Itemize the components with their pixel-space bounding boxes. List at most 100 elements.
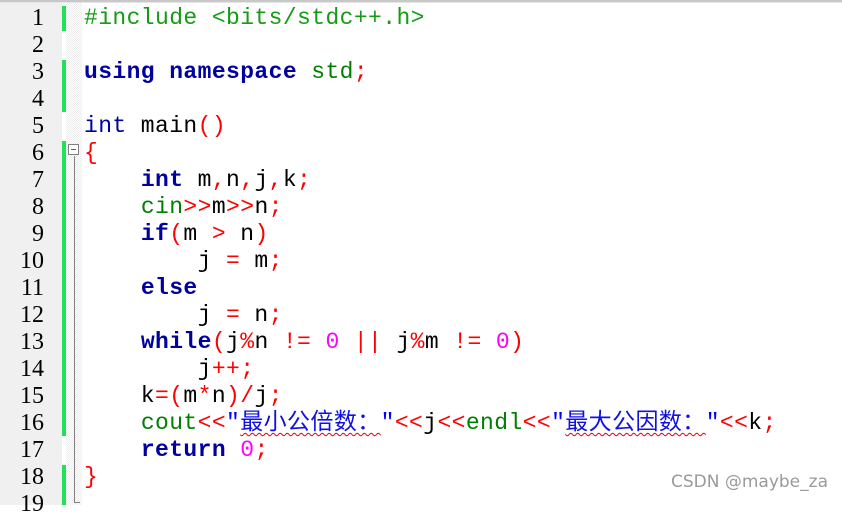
code-token: , bbox=[240, 167, 255, 193]
code-token: << bbox=[197, 410, 227, 436]
code-token: } bbox=[84, 464, 99, 490]
code-token: * bbox=[197, 383, 212, 409]
code-line[interactable]: 16 cout<<"最小公倍数："<<j<<endl<<"最大公因数："<<k; bbox=[0, 410, 842, 437]
code-token: m bbox=[183, 383, 198, 409]
code-token: 最小公倍数： bbox=[240, 410, 381, 436]
code-line[interactable]: 4 bbox=[0, 86, 842, 113]
editor-top-border-shadow bbox=[0, 2, 842, 3]
code-token: ; bbox=[268, 302, 283, 328]
code-token: ; bbox=[254, 437, 269, 463]
code-token: , bbox=[211, 167, 227, 193]
code-token: cout bbox=[140, 410, 198, 436]
code-token: int bbox=[84, 113, 127, 139]
code-token: j bbox=[254, 167, 269, 193]
code-line[interactable]: 15 k=(m*n)/j; bbox=[0, 383, 842, 410]
code-token: m bbox=[211, 194, 227, 220]
code-line[interactable]: 8 cin>>m>>n; bbox=[0, 194, 842, 221]
code-line[interactable]: 5 int main() bbox=[0, 113, 842, 140]
code-text: if(m > n) bbox=[84, 221, 269, 248]
line-number: 17 bbox=[20, 437, 44, 463]
code-line[interactable]: 14 j++; bbox=[0, 356, 842, 383]
code-token: n bbox=[226, 221, 255, 247]
line-number: 11 bbox=[20, 275, 44, 301]
code-text: int main() bbox=[84, 113, 226, 140]
code-token: ) bbox=[254, 221, 269, 247]
code-text: } bbox=[84, 464, 98, 491]
code-token: << bbox=[437, 410, 466, 436]
code-text: j = m; bbox=[84, 248, 283, 275]
code-token: n bbox=[240, 302, 269, 328]
code-token: k bbox=[282, 167, 298, 193]
code-token: ( bbox=[211, 329, 227, 355]
line-number: 1 bbox=[32, 5, 44, 31]
code-token: j bbox=[84, 302, 227, 328]
code-line[interactable]: 3 using namespace std; bbox=[0, 59, 842, 86]
code-line[interactable]: 2 bbox=[0, 32, 842, 59]
code-token: namespace bbox=[169, 59, 298, 85]
code-token: " bbox=[551, 410, 566, 436]
code-token: j bbox=[423, 410, 438, 436]
code-token: % bbox=[240, 329, 255, 355]
code-token: 最大公因数： bbox=[565, 410, 706, 436]
line-number: 7 bbox=[32, 167, 44, 193]
code-line[interactable]: 12 j = n; bbox=[0, 302, 842, 329]
code-line[interactable]: 7 int m,n,j,k; bbox=[0, 167, 842, 194]
code-token: >> bbox=[183, 194, 212, 220]
code-line[interactable]: 1 #include <bits/stdc++.h> bbox=[0, 5, 842, 32]
code-line[interactable]: 11 else bbox=[0, 275, 842, 302]
code-token: using bbox=[84, 59, 156, 85]
code-token: int bbox=[140, 167, 184, 193]
code-text: return 0; bbox=[84, 437, 269, 464]
code-token: 0 bbox=[240, 437, 255, 463]
code-text: #include <bits/stdc++.h> bbox=[84, 5, 425, 32]
code-token: != bbox=[282, 329, 312, 355]
code-token: ; bbox=[268, 194, 283, 220]
code-text: cout<<"最小公倍数："<<j<<endl<<"最大公因数："<<k; bbox=[84, 410, 777, 437]
code-line[interactable]: 10 j = m; bbox=[0, 248, 842, 275]
line-number: 18 bbox=[20, 464, 44, 490]
line-number: 13 bbox=[20, 329, 44, 355]
code-line[interactable]: 13 while(j%n != 0 || j%m != 0) bbox=[0, 329, 842, 356]
line-number: 5 bbox=[32, 113, 44, 139]
code-token: j bbox=[226, 329, 241, 355]
code-text: else bbox=[84, 275, 198, 302]
code-token: cin bbox=[140, 194, 184, 220]
code-token: () bbox=[197, 113, 227, 139]
code-token: main bbox=[126, 113, 198, 139]
code-text: using namespace std; bbox=[84, 59, 368, 86]
code-token: = bbox=[226, 302, 241, 328]
code-token: =( bbox=[155, 383, 184, 409]
line-number: 16 bbox=[20, 410, 44, 436]
code-token: != bbox=[453, 329, 482, 355]
code-line[interactable]: 17 return 0; bbox=[0, 437, 842, 464]
code-token: return bbox=[140, 437, 227, 463]
code-line[interactable]: 9 if(m > n) bbox=[0, 221, 842, 248]
code-token: n bbox=[226, 167, 241, 193]
line-number: 15 bbox=[20, 383, 44, 409]
code-token: ++; bbox=[211, 356, 255, 382]
code-token: n bbox=[254, 194, 269, 220]
line-number: 10 bbox=[20, 248, 44, 274]
code-token: )/ bbox=[226, 383, 255, 409]
code-token: #include <bits/stdc++.h> bbox=[84, 5, 425, 31]
code-editor[interactable]: 1 #include <bits/stdc++.h> 2 3 using namespa… bbox=[0, 5, 842, 518]
code-token: % bbox=[410, 329, 425, 355]
code-token: { bbox=[84, 140, 99, 166]
code-token: j bbox=[254, 383, 269, 409]
code-line[interactable]: 6{ bbox=[0, 140, 842, 167]
line-number: 6 bbox=[32, 140, 44, 166]
watermark: CSDN @maybe_za bbox=[670, 472, 828, 492]
line-number: 9 bbox=[32, 221, 44, 247]
code-token: j bbox=[84, 356, 212, 382]
code-token: >> bbox=[226, 194, 255, 220]
code-text: cin>>m>>n; bbox=[84, 194, 283, 221]
code-token: ; bbox=[762, 410, 777, 436]
code-text: while(j%n != 0 || j%m != 0) bbox=[84, 329, 524, 356]
